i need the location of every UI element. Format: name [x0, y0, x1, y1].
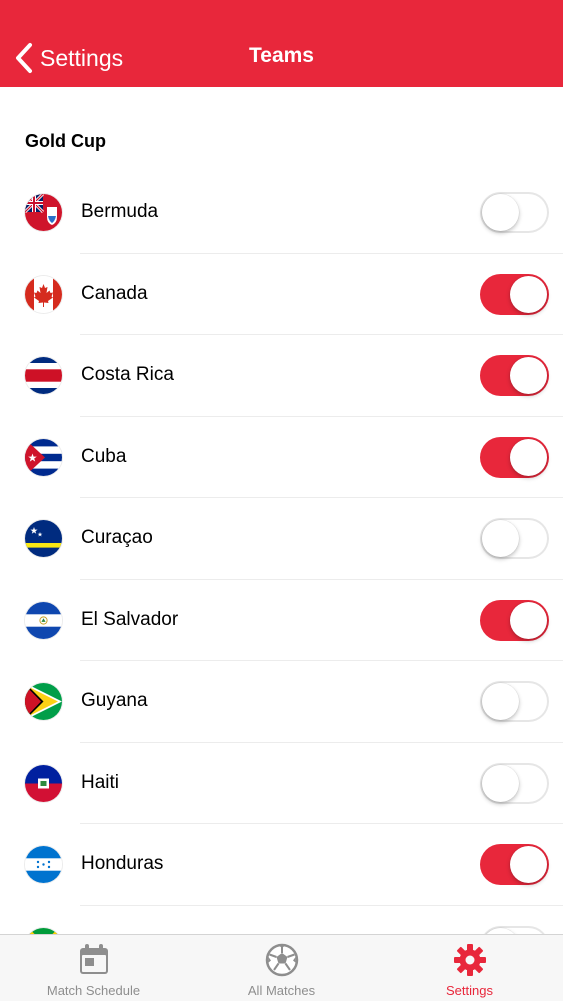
tab-all-matches[interactable]: All Matches — [188, 935, 375, 1001]
toggle-knob — [510, 438, 547, 476]
gear-icon — [453, 943, 487, 977]
team-toggle[interactable] — [480, 273, 549, 315]
team-list: Bermuda Canada Costa Rica Cuba Curaçao E… — [0, 172, 563, 934]
curacao-flag-icon — [25, 520, 62, 557]
team-name: Haiti — [81, 771, 120, 793]
tab-label: All Matches — [247, 983, 316, 998]
team-row: Honduras — [0, 824, 563, 906]
team-name: Guyana — [81, 690, 148, 711]
team-toggle[interactable] — [480, 762, 549, 804]
honduras-flag-icon — [25, 846, 62, 883]
team-toggle[interactable] — [480, 518, 549, 559]
team-name: Bermuda — [81, 201, 159, 222]
team-row: Curaçao — [0, 498, 563, 580]
calendar-icon — [77, 943, 111, 977]
team-toggle[interactable] — [480, 192, 549, 233]
team-toggle[interactable] — [480, 681, 549, 722]
tab-label: Settings — [446, 983, 493, 998]
team-name: Costa Rica — [81, 364, 174, 385]
team-row: Guyana — [0, 661, 563, 743]
team-toggle[interactable] — [480, 355, 549, 396]
team-name: Canada — [81, 282, 148, 304]
soccer-ball-icon — [265, 943, 299, 977]
toggle-knob — [510, 601, 547, 639]
team-row: El Salvador — [0, 580, 563, 661]
team-name: Honduras — [81, 853, 164, 874]
el-salvador-flag-icon — [25, 601, 62, 639]
haiti-flag-icon — [25, 764, 62, 802]
canada-flag-icon — [25, 275, 62, 313]
team-name: Cuba — [81, 445, 127, 467]
toggle-knob — [482, 683, 519, 720]
section-title: Gold Cup — [25, 131, 106, 151]
costa-rica-flag-icon — [25, 357, 62, 394]
guyana-flag-icon — [25, 683, 62, 720]
team-row: Canada — [0, 254, 563, 335]
toggle-knob — [482, 764, 519, 802]
team-row: Cuba — [0, 417, 563, 498]
team-toggle[interactable] — [480, 925, 549, 934]
page-title: Teams — [249, 44, 314, 67]
tab-bar: Match Schedule All Matches Settings — [0, 934, 563, 1001]
toggle-knob — [510, 275, 547, 313]
navigation-bar: Settings Teams — [0, 0, 563, 87]
team-toggle[interactable] — [480, 436, 549, 478]
toggle-knob — [510, 357, 547, 394]
toggle-knob — [510, 846, 547, 883]
toggle-knob — [482, 520, 519, 557]
toggle-knob — [482, 194, 519, 231]
tab-label: Match Schedule — [46, 983, 141, 998]
teams-list-view[interactable]: Gold Cup Bermuda Canada Costa Rica Cuba … — [0, 87, 563, 934]
team-row: Bermuda — [0, 172, 563, 254]
team-toggle[interactable] — [480, 844, 549, 885]
tab-match-schedule[interactable]: Match Schedule — [0, 935, 187, 1001]
team-name: El Salvador — [81, 608, 179, 630]
team-row: Costa Rica — [0, 335, 563, 417]
team-row — [0, 906, 563, 934]
team-row: Haiti — [0, 743, 563, 824]
bermuda-flag-icon — [25, 194, 62, 231]
team-name: Curaçao — [81, 527, 153, 548]
team-toggle[interactable] — [480, 599, 549, 641]
cuba-flag-icon — [25, 438, 62, 476]
tab-settings[interactable]: Settings — [376, 935, 563, 1001]
